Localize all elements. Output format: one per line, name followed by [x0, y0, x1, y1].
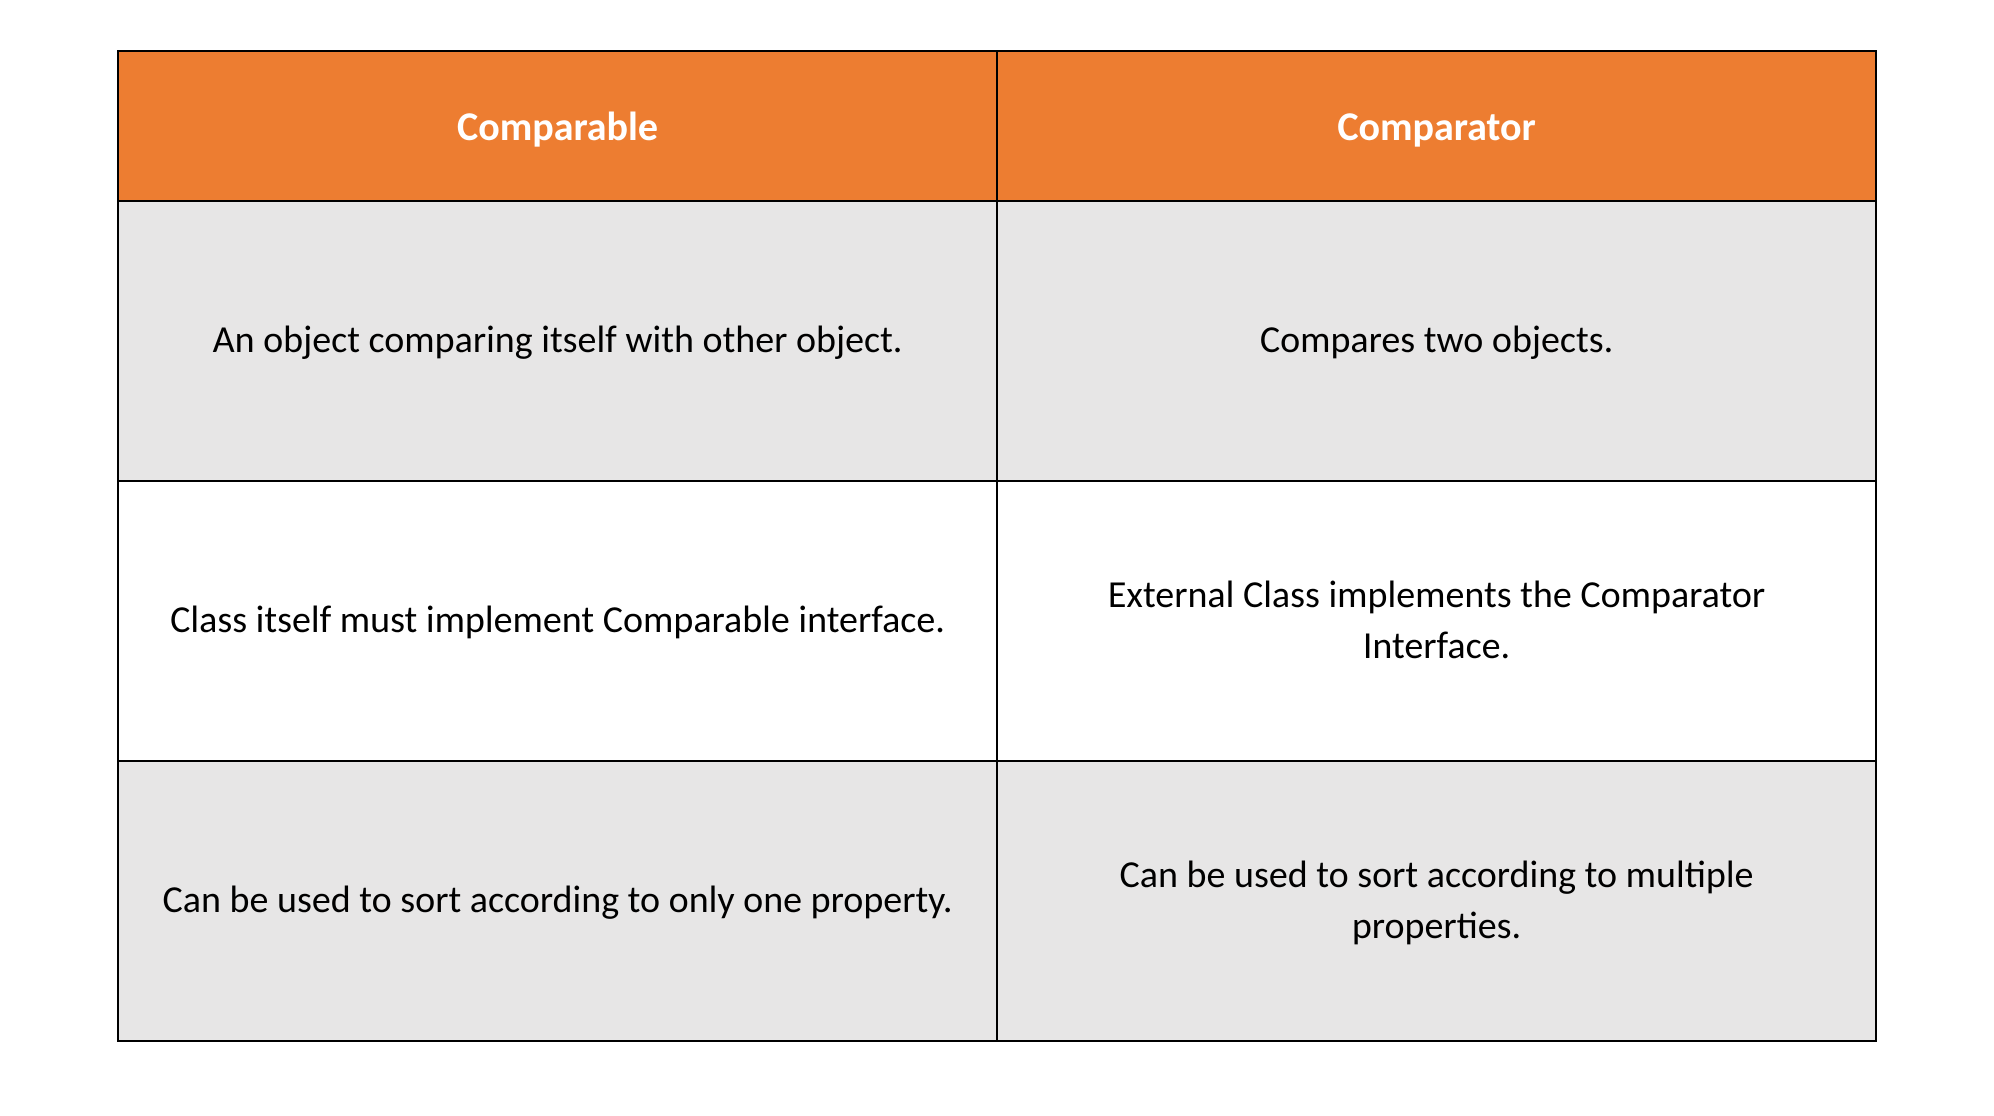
cell-comparable: Class itself must implement Comparable i…: [118, 481, 997, 761]
header-comparator: Comparator: [997, 51, 1876, 201]
table-header-row: Comparable Comparator: [118, 51, 1876, 201]
cell-comparator: External Class implements the Comparator…: [997, 481, 1876, 761]
table-row: Can be used to sort according to only on…: [118, 761, 1876, 1041]
table-row: Class itself must implement Comparable i…: [118, 481, 1876, 761]
comparison-table: Comparable Comparator An object comparin…: [117, 50, 1877, 1042]
cell-comparator: Compares two objects.: [997, 201, 1876, 481]
header-comparable: Comparable: [118, 51, 997, 201]
table-row: An object comparing itself with other ob…: [118, 201, 1876, 481]
cell-comparable: Can be used to sort according to only on…: [118, 761, 997, 1041]
cell-comparator: Can be used to sort according to multipl…: [997, 761, 1876, 1041]
cell-comparable: An object comparing itself with other ob…: [118, 201, 997, 481]
